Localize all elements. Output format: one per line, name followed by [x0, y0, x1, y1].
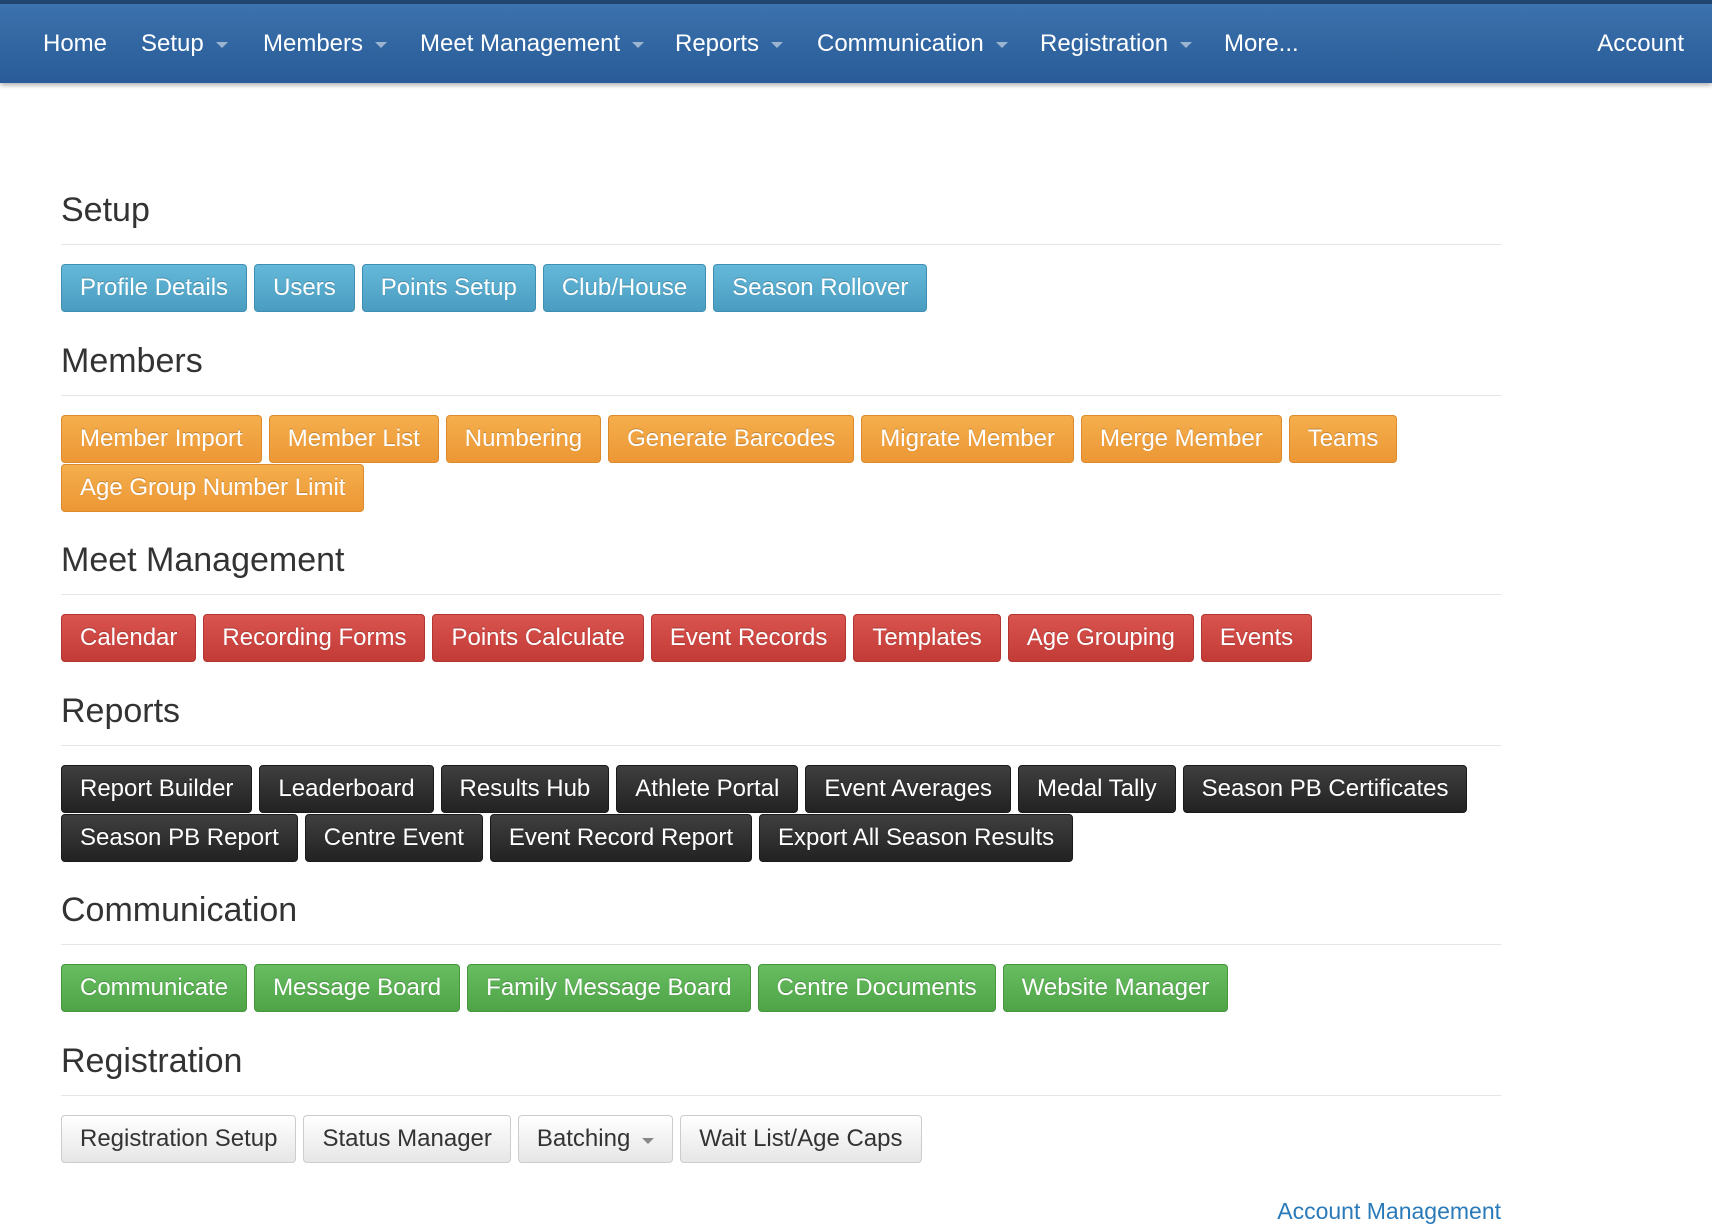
nav-reports-dropdown[interactable]: Reports: [675, 4, 784, 83]
section-divider: [61, 745, 1501, 746]
season-rollover-button[interactable]: Season Rollover: [713, 264, 928, 312]
section-title-members: Members: [61, 342, 203, 380]
teams-button[interactable]: Teams: [1288, 415, 1398, 463]
members-button-group: Member Import Member List Numbering Gene…: [61, 415, 1501, 512]
nav-setup-label: Setup: [141, 29, 204, 57]
setup-button-group: Profile Details Users Points Setup Club/…: [61, 264, 1501, 312]
caret-down-icon: [215, 42, 228, 48]
section-title-reports: Reports: [61, 692, 181, 730]
section-divider: [61, 1095, 1501, 1096]
caret-down-icon: [995, 42, 1008, 48]
profile-details-button[interactable]: Profile Details: [61, 264, 248, 312]
events-button[interactable]: Events: [1200, 614, 1313, 662]
nav-registration-label: Registration: [1040, 29, 1169, 57]
nav-members-label: Members: [263, 29, 364, 57]
batching-label: Batching: [536, 1125, 631, 1152]
message-board-button[interactable]: Message Board: [254, 964, 461, 1012]
nav-communication-label: Communication: [817, 29, 984, 57]
nav-account-label: Account: [1597, 29, 1684, 57]
reports-button-group: Report Builder Leaderboard Results Hub A…: [61, 765, 1501, 862]
batching-dropdown-button[interactable]: Batching: [517, 1115, 674, 1163]
results-hub-button[interactable]: Results Hub: [440, 765, 610, 813]
section-divider: [61, 244, 1501, 245]
event-averages-button[interactable]: Event Averages: [805, 765, 1012, 813]
nav-home-label: Home: [43, 29, 108, 57]
nav-setup-dropdown[interactable]: Setup: [141, 4, 228, 83]
member-import-button[interactable]: Member Import: [61, 415, 262, 463]
season-pb-certificates-button[interactable]: Season PB Certificates: [1182, 765, 1468, 813]
generate-barcodes-button[interactable]: Generate Barcodes: [608, 415, 855, 463]
recording-forms-button[interactable]: Recording Forms: [203, 614, 426, 662]
meet-management-button-group: Calendar Recording Forms Points Calculat…: [61, 614, 1501, 662]
nav-account[interactable]: Account: [1597, 4, 1684, 83]
nav-members-dropdown[interactable]: Members: [263, 4, 388, 83]
nav-home[interactable]: Home: [43, 4, 107, 83]
website-manager-button[interactable]: Website Manager: [1002, 964, 1229, 1012]
age-grouping-button[interactable]: Age Grouping: [1007, 614, 1194, 662]
users-button[interactable]: Users: [254, 264, 355, 312]
templates-button[interactable]: Templates: [853, 614, 1001, 662]
caret-down-icon: [642, 1137, 655, 1144]
section-divider: [61, 594, 1501, 595]
caret-down-icon: [375, 42, 388, 48]
registration-setup-button[interactable]: Registration Setup: [61, 1115, 297, 1163]
caret-down-icon: [632, 42, 645, 48]
calendar-button[interactable]: Calendar: [61, 614, 197, 662]
caret-down-icon: [1180, 42, 1193, 48]
nav-meet-management-label: Meet Management: [420, 29, 621, 57]
registration-button-group: Registration Setup Status Manager Batchi…: [61, 1115, 1501, 1163]
communicate-button[interactable]: Communicate: [61, 964, 248, 1012]
communication-button-group: Communicate Message Board Family Message…: [61, 964, 1501, 1012]
section-title-communication: Communication: [61, 891, 298, 929]
event-record-report-button[interactable]: Event Record Report: [489, 814, 752, 862]
age-group-number-limit-button[interactable]: Age Group Number Limit: [61, 464, 365, 512]
club-house-button[interactable]: Club/House: [542, 264, 707, 312]
section-title-meet-management: Meet Management: [61, 541, 345, 579]
account-management-link[interactable]: Account Management: [1277, 1198, 1501, 1225]
wait-list-age-caps-button[interactable]: Wait List/Age Caps: [680, 1115, 922, 1163]
centre-event-button[interactable]: Centre Event: [304, 814, 483, 862]
migrate-member-button[interactable]: Migrate Member: [861, 415, 1074, 463]
family-message-board-button[interactable]: Family Message Board: [467, 964, 751, 1012]
nav-more[interactable]: More...: [1224, 4, 1299, 83]
points-setup-button[interactable]: Points Setup: [361, 264, 536, 312]
report-builder-button[interactable]: Report Builder: [61, 765, 253, 813]
section-divider: [61, 395, 1501, 396]
nav-reports-label: Reports: [675, 29, 760, 57]
nav-meet-management-dropdown[interactable]: Meet Management: [420, 4, 645, 83]
nav-more-label: More...: [1224, 29, 1299, 57]
points-calculate-button[interactable]: Points Calculate: [432, 614, 644, 662]
section-title-setup: Setup: [61, 191, 150, 229]
section-title-registration: Registration: [61, 1042, 243, 1080]
leaderboard-button[interactable]: Leaderboard: [259, 765, 434, 813]
season-pb-report-button[interactable]: Season PB Report: [61, 814, 298, 862]
athlete-portal-button[interactable]: Athlete Portal: [616, 765, 799, 813]
medal-tally-button[interactable]: Medal Tally: [1018, 765, 1176, 813]
status-manager-button[interactable]: Status Manager: [303, 1115, 511, 1163]
merge-member-button[interactable]: Merge Member: [1080, 415, 1282, 463]
caret-down-icon: [771, 42, 784, 48]
numbering-button[interactable]: Numbering: [445, 415, 602, 463]
top-navbar: Home Setup Members Meet Management Repor…: [0, 0, 1712, 83]
export-all-season-results-button[interactable]: Export All Season Results: [758, 814, 1074, 862]
nav-registration-dropdown[interactable]: Registration: [1040, 4, 1193, 83]
centre-documents-button[interactable]: Centre Documents: [757, 964, 996, 1012]
member-list-button[interactable]: Member List: [268, 415, 439, 463]
section-divider: [61, 944, 1501, 945]
nav-communication-dropdown[interactable]: Communication: [817, 4, 1008, 83]
event-records-button[interactable]: Event Records: [650, 614, 847, 662]
